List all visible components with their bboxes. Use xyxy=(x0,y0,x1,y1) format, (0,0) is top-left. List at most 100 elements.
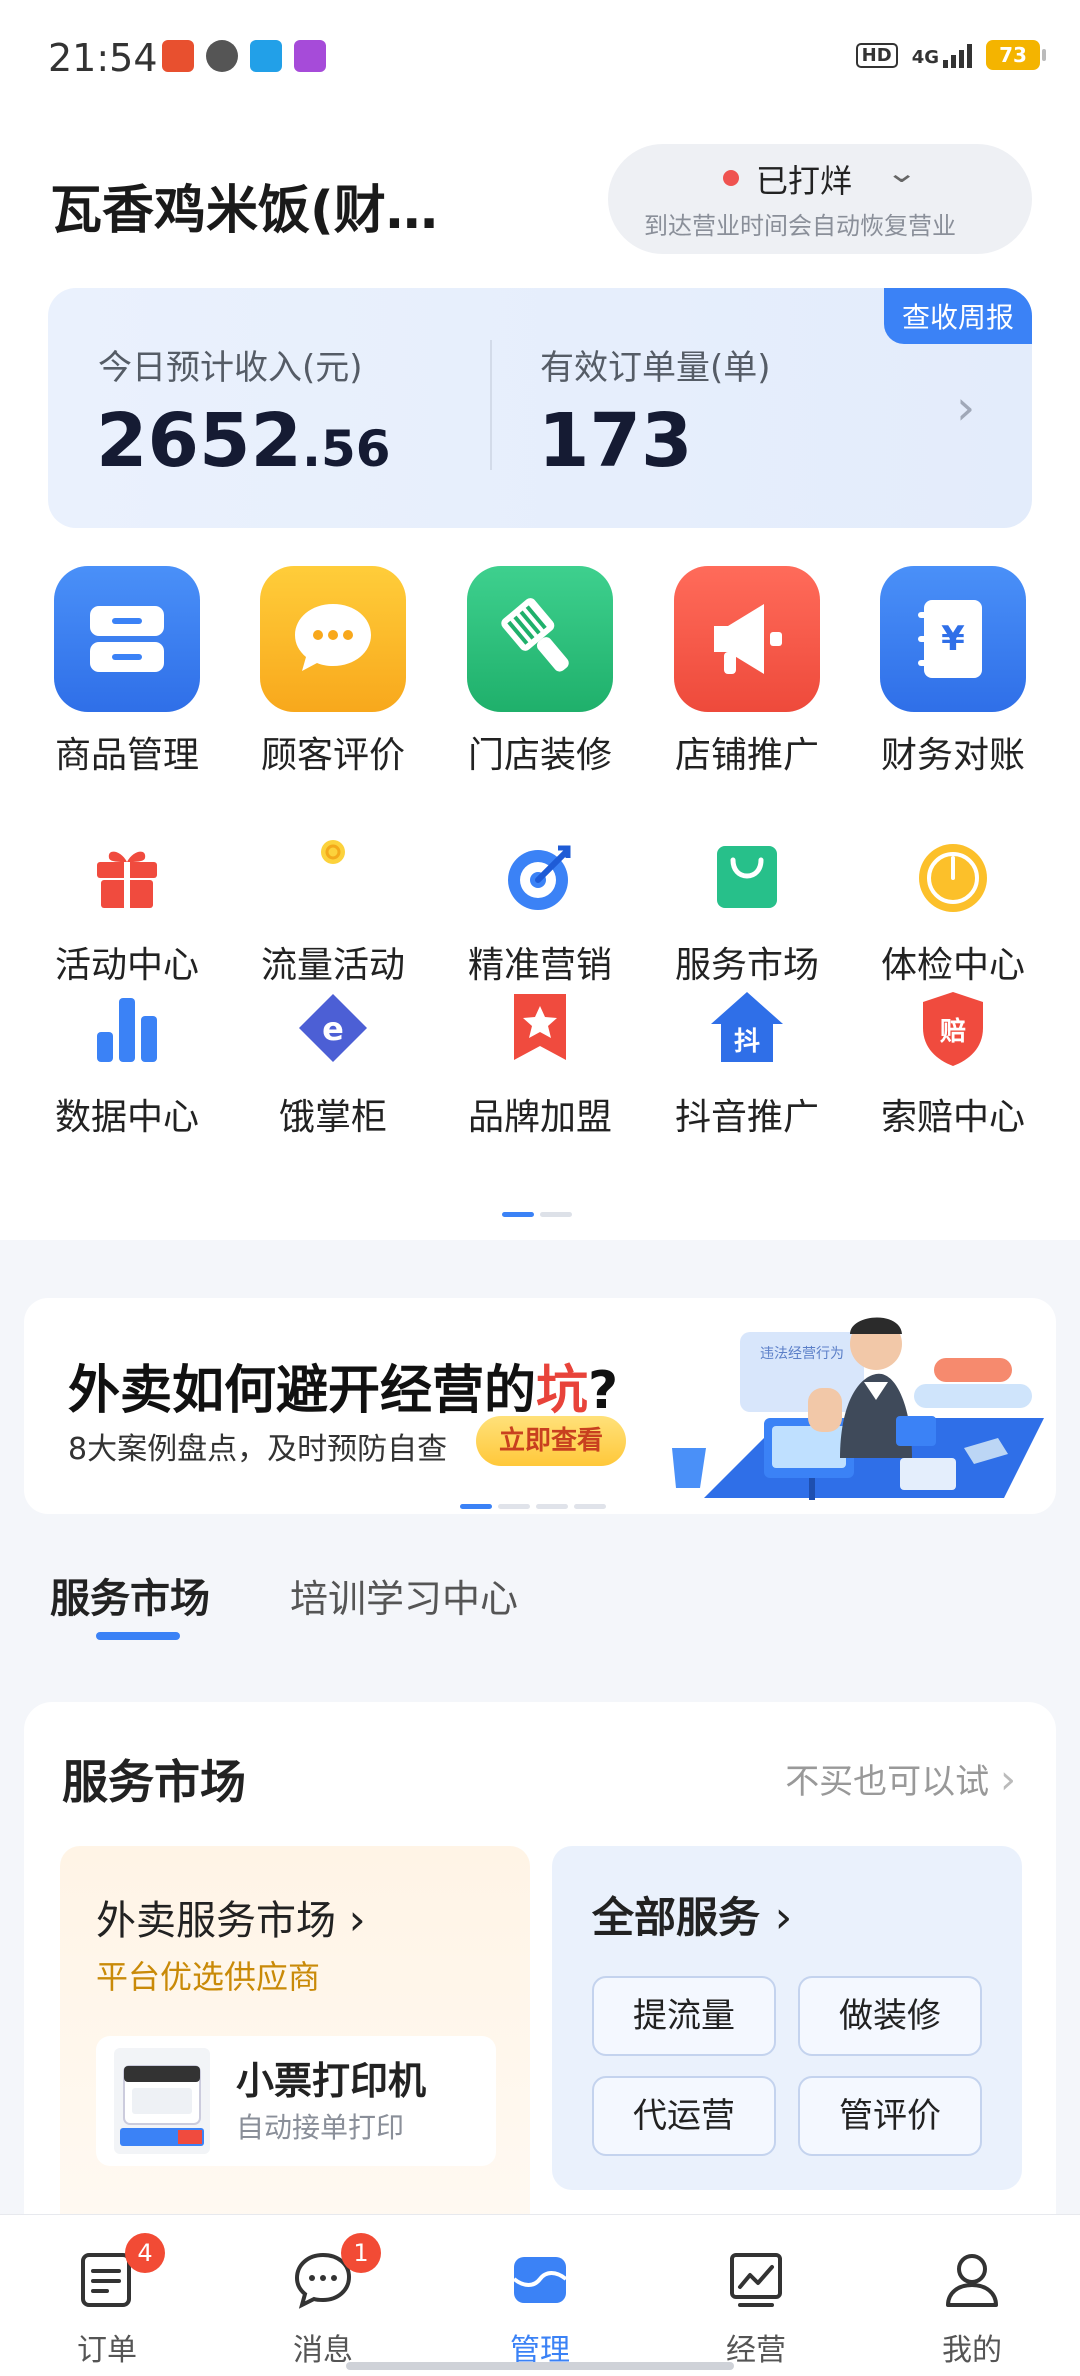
icon-glyph: 赔 xyxy=(940,1017,966,1047)
star-bookmark-icon xyxy=(514,994,566,1060)
tool-label: 体检中心 xyxy=(880,945,1025,986)
tool-label: 精准营销 xyxy=(467,945,612,986)
banner-title-highlight: 坑 xyxy=(536,1361,589,1421)
chevron-down-icon: ⌄ xyxy=(885,156,919,189)
weekly-report-tag[interactable]: 查收周报 xyxy=(883,288,1032,344)
indicator-dot-active xyxy=(460,1504,492,1509)
nav-business[interactable]: 经营 xyxy=(686,2215,826,2376)
tool-label: 抖音推广 xyxy=(674,1097,819,1138)
tool-store-promotion[interactable] xyxy=(674,566,820,712)
page-indicator xyxy=(502,1202,578,1221)
printer-image xyxy=(114,2048,210,2154)
tool-claim-center[interactable]: 赔 索赔中心 xyxy=(853,988,1053,1138)
orders-badge: 4 xyxy=(125,2233,165,2273)
business-status-pill[interactable]: 已打烊 ⌄ 到达营业时间会自动恢复营业 xyxy=(608,144,1032,254)
service-operation-button[interactable]: 代运营 xyxy=(592,2076,776,2156)
tool-label: 品牌加盟 xyxy=(467,1097,612,1138)
manage-icon xyxy=(512,2257,568,2303)
target-icon xyxy=(508,845,571,910)
paint-brush-icon xyxy=(501,598,569,672)
battery-icon: 73 xyxy=(986,40,1046,70)
indicator-dot xyxy=(574,1504,606,1509)
hd-indicator: HD xyxy=(855,42,898,68)
status-bar: 21:54 HD 4G 73 xyxy=(0,0,1080,110)
tool-store-decoration[interactable] xyxy=(467,566,613,712)
product-subtitle: 自动接单打印 xyxy=(236,2111,405,2144)
messages-badge: 1 xyxy=(341,2233,381,2273)
tool-eleme-manager[interactable]: e 饿掌柜 xyxy=(233,988,433,1138)
all-services-link[interactable]: 全部服务 › xyxy=(592,1884,792,1945)
home-indicator[interactable] xyxy=(346,2362,734,2370)
tab-service-market[interactable]: 服务市场 xyxy=(50,1566,210,1624)
try-free-link[interactable]: 不买也可以试 › xyxy=(785,1754,1016,1803)
nav-label: 我的 xyxy=(942,2333,1002,2368)
panel-subtitle: 平台优选供应商 xyxy=(96,1958,321,1996)
tool-traffic-activity[interactable]: 流量活动 xyxy=(233,836,433,986)
tool-label: 数据中心 xyxy=(54,1097,199,1138)
app-notification-icon xyxy=(250,40,282,72)
app-notification-icon xyxy=(162,40,194,72)
profile-icon xyxy=(946,2254,998,2307)
nav-profile[interactable]: 我的 xyxy=(902,2215,1042,2376)
income-summary-card[interactable]: 查收周报 今日预计收入(元) 2652.56 有效订单量(单) 173 › xyxy=(48,288,1032,528)
chevron-right-icon: › xyxy=(774,1892,793,1943)
coin-icon xyxy=(321,840,345,864)
tool-brand-franchise[interactable]: 品牌加盟 xyxy=(440,988,640,1138)
takeout-service-market-panel[interactable]: 外卖服务市场 › 平台优选供应商 小票打印机 自动接单打印 xyxy=(60,1846,530,2266)
gift-icon xyxy=(97,851,157,908)
tool-label: 索赔中心 xyxy=(880,1097,1025,1138)
tool-customer-reviews[interactable] xyxy=(260,566,406,712)
tab-training-center[interactable]: 培训学习中心 xyxy=(290,1568,518,1623)
banner-subtitle: 8大案例盘点，及时预防自查 xyxy=(68,1432,448,1467)
nav-management[interactable]: 管理 xyxy=(470,2215,610,2376)
tool-product-management[interactable] xyxy=(54,566,200,712)
chat-bubble-icon xyxy=(295,604,371,671)
section-title: 服务市场 xyxy=(62,1755,246,1809)
tool-precision-marketing[interactable]: 精准营销 xyxy=(440,836,640,986)
tool-label: 店铺推广 xyxy=(674,735,819,776)
tool-service-market[interactable]: 服务市场 xyxy=(647,836,847,986)
tool-activity-center[interactable]: 活动中心 xyxy=(27,836,227,986)
app-notification-icon xyxy=(206,40,238,72)
service-reviews-button[interactable]: 管评价 xyxy=(798,2076,982,2156)
gauge-icon xyxy=(919,844,987,912)
business-status-text: 已打烊 xyxy=(756,162,853,200)
illustration-tag: 违法经营行为 xyxy=(760,1346,844,1362)
icon-glyph: 抖 xyxy=(734,1027,760,1057)
service-decoration-button[interactable]: 做装修 xyxy=(798,1976,982,2056)
nav-messages[interactable]: 1 消息 xyxy=(253,2215,393,2376)
tool-label: 活动中心 xyxy=(54,945,199,986)
orders-value: 173 xyxy=(538,398,693,484)
nav-orders[interactable]: 4 订单 xyxy=(37,2215,177,2376)
panel-title: 外卖服务市场 › xyxy=(96,1888,366,1946)
indicator-dot xyxy=(498,1504,530,1509)
tool-data-center[interactable]: 数据中心 xyxy=(27,988,227,1138)
active-tab-underline xyxy=(96,1632,180,1640)
bottom-navigation: 4 订单 1 消息 管理 经营 我的 xyxy=(0,2214,1080,2376)
tool-label: 饿掌柜 xyxy=(278,1097,387,1138)
income-value: 2652.56 xyxy=(96,398,391,484)
status-time: 21:54 xyxy=(48,36,158,80)
tool-label: 流量活动 xyxy=(260,945,405,986)
tool-health-check[interactable]: 体检中心 xyxy=(853,836,1053,986)
view-now-button[interactable]: 立即查看 xyxy=(476,1416,626,1466)
tool-finance-reconciliation[interactable]: ¥ xyxy=(880,566,1026,712)
orders-label: 有效订单量(单) xyxy=(540,348,771,388)
chevron-right-icon: › xyxy=(956,380,976,436)
service-boost-traffic-button[interactable]: 提流量 xyxy=(592,1976,776,2056)
income-integer: 2652 xyxy=(96,398,302,484)
promo-banner[interactable]: 外卖如何避开经营的坑? 8大案例盘点，及时预防自查 立即查看 违法经营行为 xyxy=(24,1298,1056,1514)
shop-name[interactable]: 瓦香鸡米饭(财… xyxy=(50,168,438,243)
trend-chart-icon xyxy=(730,2253,782,2307)
tool-douyin-promotion[interactable]: 抖 抖音推广 xyxy=(647,988,847,1138)
income-label: 今日预计收入(元) xyxy=(98,348,363,388)
indicator-dot-active xyxy=(502,1212,534,1217)
panel-title-text: 全部服务 xyxy=(592,1893,761,1942)
product-drawer-icon xyxy=(90,606,164,672)
tool-label: 门店装修 xyxy=(467,735,612,776)
all-services-panel: 全部服务 › 提流量 做装修 代运营 管评价 xyxy=(552,1846,1022,2190)
merchant-illustration: 违法经营行为 xyxy=(672,1317,1044,1500)
tool-label: 商品管理 xyxy=(54,735,199,776)
panel-title-text: 外卖服务市场 xyxy=(96,1898,336,1944)
receipt-printer-product[interactable]: 小票打印机 自动接单打印 xyxy=(96,2036,496,2166)
